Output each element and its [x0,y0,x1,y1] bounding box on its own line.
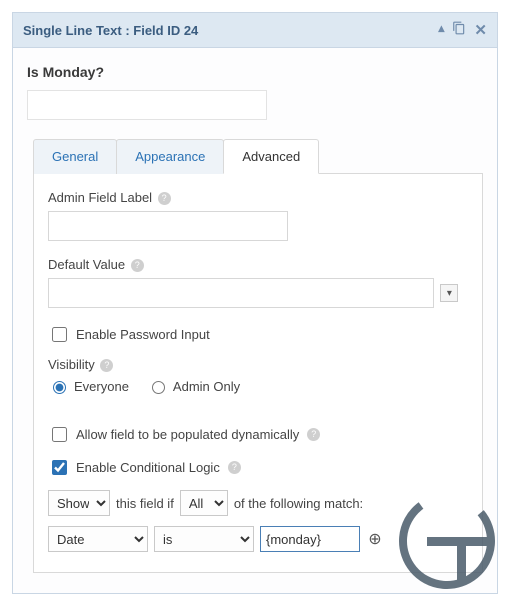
conditional-match-select[interactable]: All [180,490,228,516]
field-preview-input[interactable] [27,90,267,120]
password-input-checkbox[interactable] [52,327,67,342]
default-value-input[interactable] [48,278,434,308]
help-icon[interactable] [100,359,113,372]
default-value-row: Default Value ▾ [48,257,468,308]
tab-appearance[interactable]: Appearance [116,139,224,174]
help-icon[interactable] [307,428,320,441]
dynamic-populate-label: Allow field to be populated dynamically [76,427,299,442]
visibility-admin-radio[interactable] [152,381,165,394]
conditional-text1: this field if [116,496,174,511]
tab-advanced[interactable]: Advanced [223,139,319,174]
conditional-logic-checkbox[interactable] [52,460,67,475]
dynamic-populate-row: Allow field to be populated dynamically [48,424,468,445]
field-label: Is Monday? [27,64,483,80]
duplicate-icon[interactable] [452,21,466,39]
tab-content-advanced: Admin Field Label Default Value ▾ Enable… [33,174,483,573]
conditional-sentence: Show this field if All of the following … [48,490,468,516]
visibility-admin-option[interactable]: Admin Only [147,378,240,394]
help-icon[interactable] [158,192,171,205]
rule-value-input[interactable] [260,526,360,552]
add-rule-icon[interactable]: ⊕ [366,530,384,548]
tabs: General Appearance Advanced [33,138,483,174]
field-settings-panel: Single Line Text : Field ID 24 ▴ ✕ Is Mo… [12,12,498,594]
panel-actions: ▴ ✕ [438,21,487,39]
merge-tag-icon[interactable]: ▾ [440,284,458,302]
rule-operator-select[interactable]: is [154,526,254,552]
help-icon[interactable] [228,461,241,474]
rule-field-select[interactable]: Date [48,526,148,552]
visibility-label: Visibility [48,357,468,372]
password-input-label: Enable Password Input [76,327,210,342]
admin-label-row: Admin Field Label [48,190,468,241]
visibility-row: Visibility Everyone Admin Only [48,357,468,394]
dynamic-populate-checkbox[interactable] [52,427,67,442]
panel-title: Single Line Text : Field ID 24 [23,23,198,38]
admin-label-label: Admin Field Label [48,190,468,205]
conditional-text2: of the following match: [234,496,363,511]
collapse-icon[interactable]: ▴ [438,21,444,39]
close-icon[interactable]: ✕ [474,21,487,39]
visibility-everyone-radio[interactable] [53,381,66,394]
visibility-everyone-option[interactable]: Everyone [48,378,129,394]
password-input-row: Enable Password Input [48,324,468,345]
conditional-logic-row: Enable Conditional Logic [48,457,468,478]
tab-general[interactable]: General [33,139,117,174]
panel-header: Single Line Text : Field ID 24 ▴ ✕ [13,13,497,48]
panel-body: Is Monday? General Appearance Advanced A… [13,48,497,593]
default-value-label: Default Value [48,257,468,272]
conditional-rule-row: Date is ⊕ [48,526,468,552]
conditional-action-select[interactable]: Show [48,490,110,516]
admin-label-input[interactable] [48,211,288,241]
conditional-logic-label: Enable Conditional Logic [76,460,220,475]
help-icon[interactable] [131,259,144,272]
